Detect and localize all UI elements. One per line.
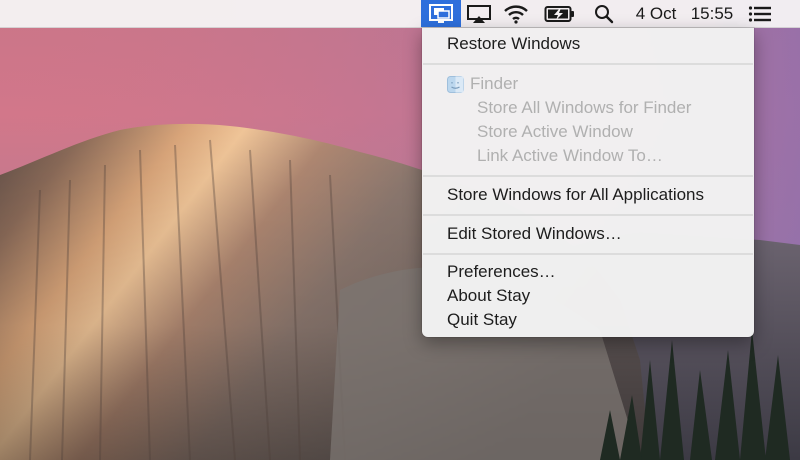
menu-item-edit-stored-windows[interactable]: Edit Stored Windows… bbox=[422, 222, 754, 246]
menu-item-store-all-for-app[interactable]: Store All Windows for Finder bbox=[422, 96, 754, 120]
airplay-icon bbox=[467, 4, 491, 23]
finder-icon bbox=[447, 75, 464, 93]
menu-item-link-active-window[interactable]: Link Active Window To… bbox=[422, 144, 754, 168]
menu-item-preferences[interactable]: Preferences… bbox=[422, 260, 754, 284]
store-active-window-label: Store Active Window bbox=[477, 122, 633, 141]
spotlight-status-item[interactable] bbox=[590, 0, 618, 27]
date-label: 4 Oct bbox=[635, 4, 677, 23]
menu-separator bbox=[423, 175, 753, 177]
menu-item-restore-windows[interactable]: Restore Windows bbox=[422, 32, 754, 56]
preferences-label: Preferences… bbox=[447, 262, 556, 281]
menu-bar: 4 Oct 15:55 bbox=[0, 0, 800, 28]
app-name-label: Finder bbox=[470, 74, 519, 93]
store-all-for-app-label: Store All Windows for Finder bbox=[477, 98, 692, 117]
stay-icon bbox=[429, 3, 453, 23]
battery-status-item[interactable] bbox=[542, 0, 578, 27]
spotlight-search-icon bbox=[595, 4, 614, 23]
stay-dropdown-menu: Restore Windows Finder Store All Windows… bbox=[422, 28, 754, 337]
menu-item-store-active-window[interactable]: Store Active Window bbox=[422, 120, 754, 144]
stay-status-item[interactable] bbox=[421, 0, 461, 27]
menu-item-about-stay[interactable]: About Stay bbox=[422, 284, 754, 308]
time-display[interactable]: 15:55 bbox=[686, 0, 738, 27]
menu-separator bbox=[423, 214, 753, 216]
wifi-icon bbox=[504, 4, 528, 24]
menu-item-store-all-applications[interactable]: Store Windows for All Applications bbox=[422, 183, 754, 207]
notification-center-icon bbox=[748, 5, 771, 22]
battery-charging-icon bbox=[544, 5, 574, 22]
store-all-applications-label: Store Windows for All Applications bbox=[447, 185, 705, 204]
wifi-status-item[interactable] bbox=[500, 0, 532, 27]
about-stay-label: About Stay bbox=[447, 286, 531, 305]
quit-stay-label: Quit Stay bbox=[447, 310, 517, 329]
restore-windows-label: Restore Windows bbox=[447, 34, 581, 53]
link-active-window-label: Link Active Window To… bbox=[477, 146, 663, 165]
notification-center-status-item[interactable] bbox=[746, 0, 774, 27]
menu-separator bbox=[423, 253, 753, 255]
date-display[interactable]: 4 Oct bbox=[630, 0, 682, 27]
time-label: 15:55 bbox=[690, 4, 734, 23]
menu-separator bbox=[423, 63, 753, 65]
menu-item-quit-stay[interactable]: Quit Stay bbox=[422, 308, 754, 332]
airplay-status-item[interactable] bbox=[464, 0, 494, 27]
edit-stored-windows-label: Edit Stored Windows… bbox=[447, 224, 622, 243]
menu-section-app-header: Finder bbox=[422, 72, 754, 96]
